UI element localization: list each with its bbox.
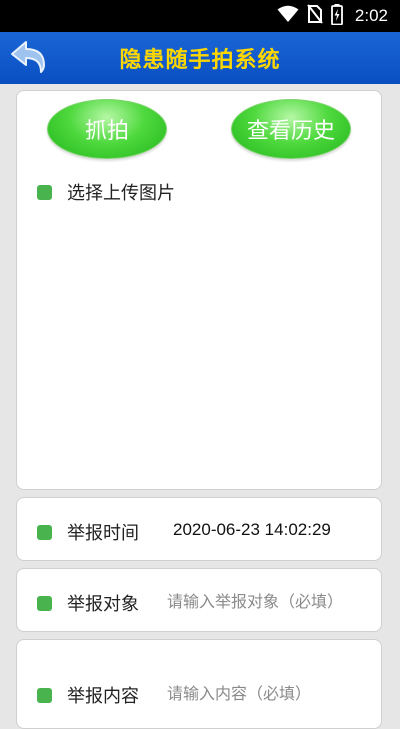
no-sim-icon: [307, 4, 323, 28]
bullet-icon: [37, 184, 52, 200]
status-bar: 2:02: [0, 0, 400, 32]
report-time-row: 举报时间: [37, 519, 139, 545]
battery-charging-icon: [331, 3, 343, 29]
select-upload-image[interactable]: 选择上传图片: [37, 179, 175, 205]
report-content-label: 举报内容: [67, 686, 139, 707]
title-bar: 隐患随手拍系统: [0, 32, 400, 84]
status-time: 2:02: [354, 6, 388, 25]
bullet-icon: [37, 595, 52, 611]
photo-card: 抓拍 查看历史 选择上传图片: [16, 90, 382, 490]
capture-button[interactable]: 抓拍: [47, 99, 167, 159]
select-upload-label: 选择上传图片: [67, 183, 175, 204]
report-content-input[interactable]: [167, 679, 372, 707]
report-target-row: 举报对象: [37, 590, 139, 616]
report-time-card: 举报时间 2020-06-23 14:02:29: [16, 497, 382, 561]
bullet-icon: [37, 687, 52, 703]
status-icons: 2:02: [277, 0, 388, 32]
report-time-label: 举报时间: [67, 523, 139, 544]
page-title: 隐患随手拍系统: [119, 48, 281, 73]
report-target-card: 举报对象: [16, 568, 382, 632]
report-content-card: 举报内容: [16, 639, 382, 729]
view-history-button[interactable]: 查看历史: [231, 99, 351, 159]
report-target-input[interactable]: [167, 587, 372, 615]
report-time-value[interactable]: 2020-06-23 14:02:29: [173, 519, 331, 541]
bullet-icon: [37, 524, 52, 540]
report-content-row: 举报内容: [37, 682, 139, 708]
report-target-label: 举报对象: [67, 594, 139, 615]
wifi-icon: [277, 5, 299, 27]
